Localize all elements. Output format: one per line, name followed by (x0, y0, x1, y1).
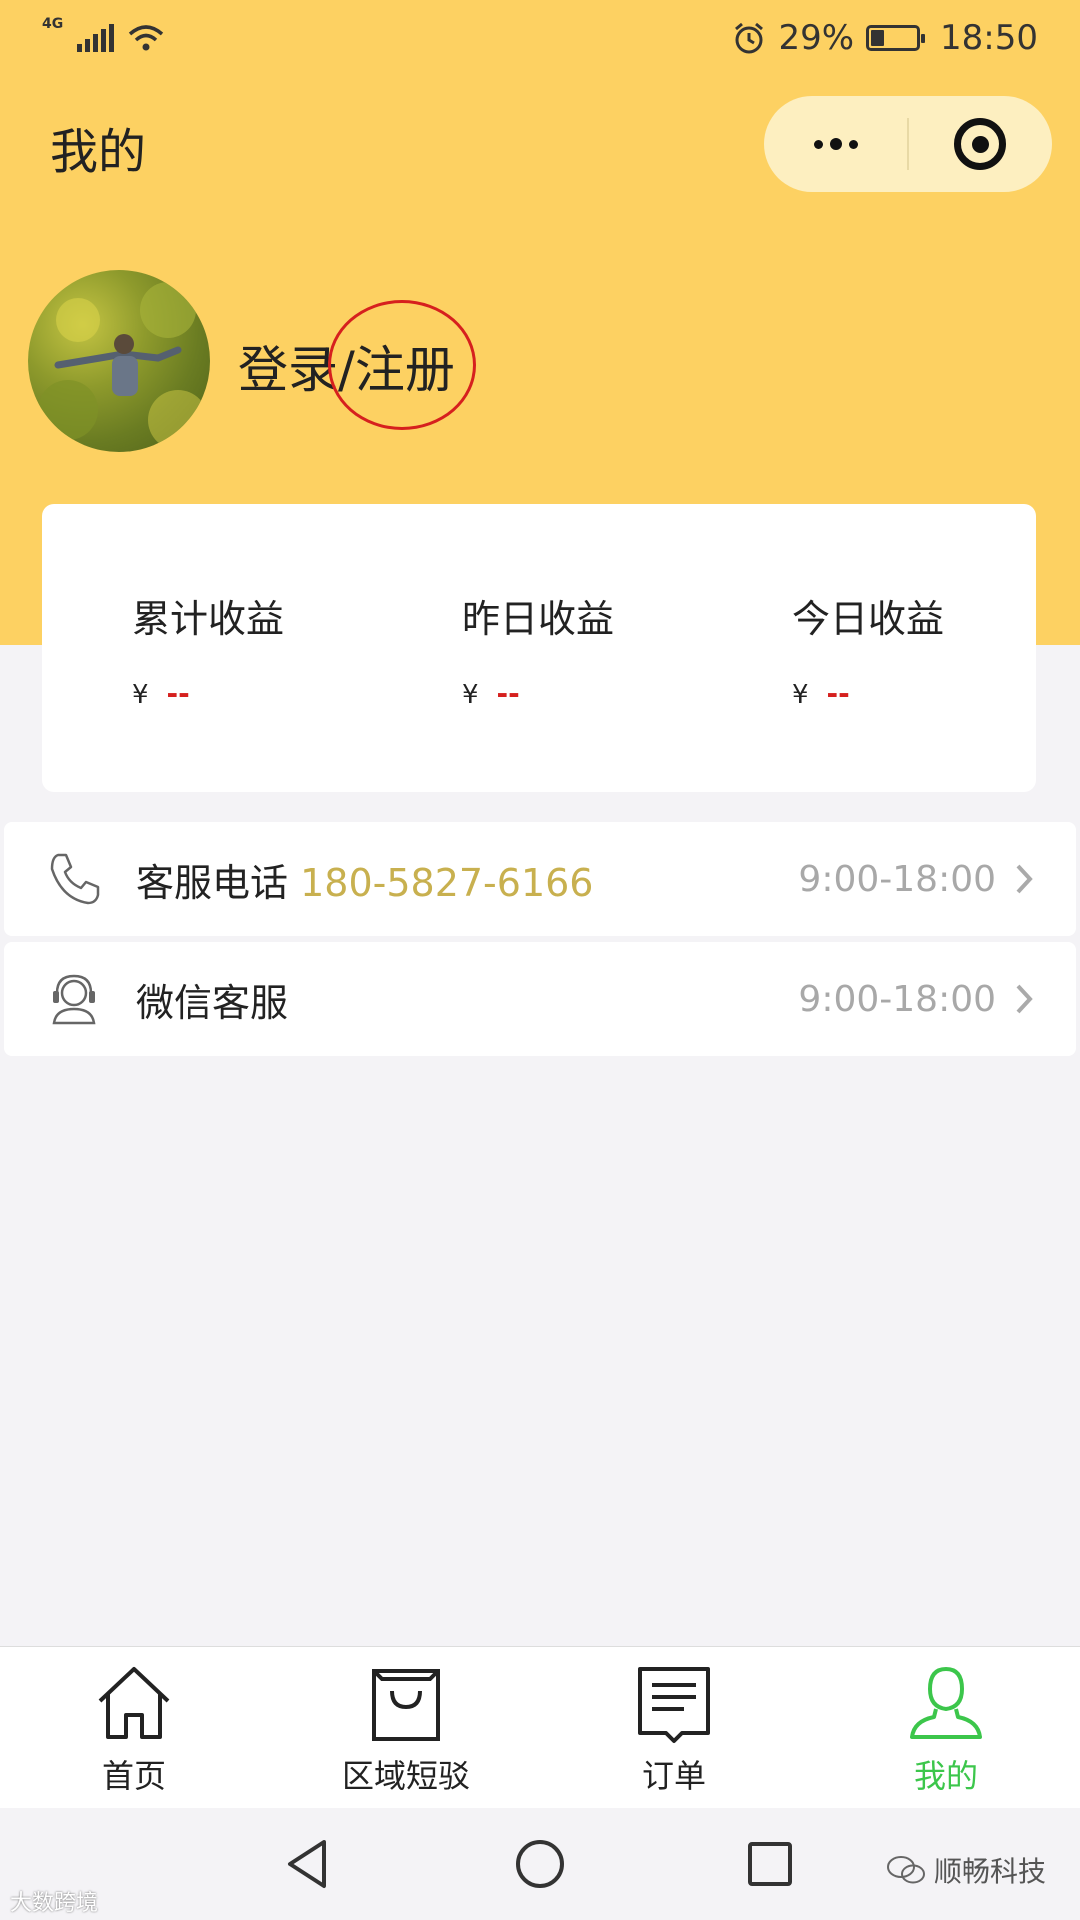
shopping-bag-icon (372, 1669, 440, 1741)
avatar-image (38, 282, 208, 450)
chevron-right-icon (1016, 864, 1033, 894)
close-button[interactable] (909, 96, 1052, 192)
earnings-label: 昨日收益 (462, 597, 615, 641)
earnings-label: 累计收益 (132, 597, 285, 641)
earnings-total: 累计收益 ¥ -- (132, 588, 284, 710)
home-icon (98, 1667, 170, 1739)
home-circle-icon[interactable] (512, 1836, 568, 1892)
signal-icon (77, 24, 115, 52)
status-time: 18:50 (940, 18, 1038, 58)
chevron-right-icon (1016, 984, 1033, 1014)
headset-user-icon (52, 974, 96, 1025)
network-type: 4G (42, 16, 64, 32)
status-right: 29% 18:50 (732, 18, 1038, 58)
recents-square-icon[interactable] (742, 1836, 798, 1892)
bottom-tab-bar: 首页 区域短驳 订单 我的 (0, 1646, 1080, 1808)
more-button[interactable] (764, 96, 907, 192)
earnings-label: 今日收益 (792, 597, 945, 641)
tab-label: 订单 (641, 1757, 706, 1795)
battery-percent: 29% (778, 18, 855, 58)
more-dots-icon (813, 138, 858, 150)
watermark-right: 顺畅科技 (886, 1850, 1046, 1890)
tab-home[interactable]: 首页 (44, 1661, 224, 1797)
wechat-label: 微信客服 (136, 980, 289, 1025)
alarm-icon (735, 22, 764, 54)
earnings-amount: -- (496, 677, 520, 710)
currency-symbol: ¥ (132, 680, 149, 710)
wechat-icon (886, 1856, 925, 1884)
battery-icon (866, 25, 926, 51)
earnings-yesterday: 昨日收益 ¥ -- (462, 588, 614, 710)
tab-mine[interactable]: 我的 (856, 1661, 1036, 1797)
earnings-value: ¥ -- (792, 677, 944, 710)
phone-icon (50, 853, 100, 905)
earnings-card: 累计收益 ¥ -- 昨日收益 ¥ -- 今日收益 ¥ -- (42, 504, 1036, 792)
target-close-icon (954, 118, 1007, 170)
tab-label: 区域短驳 (341, 1757, 470, 1795)
back-icon[interactable] (280, 1836, 336, 1892)
currency-symbol: ¥ (462, 680, 479, 710)
earnings-value: ¥ -- (462, 677, 614, 710)
order-document-icon (638, 1667, 710, 1743)
status-left: 4G (42, 16, 164, 52)
row-label-wrap: 客服电话 180-5827-6166 (136, 852, 593, 907)
customer-service-phone-row[interactable]: 客服电话 180-5827-6166 9:00-18:00 (4, 822, 1076, 936)
service-hours: 9:00-18:00 (798, 858, 996, 900)
annotation-circle (328, 300, 476, 430)
mini-program-capsule (764, 96, 1052, 192)
phone-label: 客服电话 (136, 860, 289, 905)
tab-label: 我的 (913, 1757, 978, 1795)
wechat-service-row[interactable]: 微信客服 9:00-18:00 (4, 942, 1076, 1056)
watermark-text: 顺畅科技 (933, 1855, 1046, 1888)
service-hours: 9:00-18:00 (798, 978, 996, 1020)
status-bar: 4G 29% 18:50 (0, 0, 1080, 76)
earnings-value: ¥ -- (132, 677, 284, 710)
phone-number[interactable]: 180-5827-6166 (300, 861, 593, 905)
earnings-today: 今日收益 ¥ -- (792, 588, 944, 710)
currency-symbol: ¥ (792, 680, 809, 710)
tab-area-shuttle[interactable]: 区域短驳 (316, 1661, 496, 1797)
earnings-amount: -- (826, 677, 850, 710)
user-icon (910, 1666, 982, 1739)
wifi-icon (129, 25, 164, 51)
avatar[interactable] (28, 270, 210, 452)
watermark-left: 大数跨境 (10, 1891, 99, 1916)
page-title: 我的 (50, 124, 147, 180)
tab-label: 首页 (101, 1757, 166, 1795)
earnings-amount: -- (166, 677, 190, 710)
tab-orders[interactable]: 订单 (584, 1661, 764, 1797)
